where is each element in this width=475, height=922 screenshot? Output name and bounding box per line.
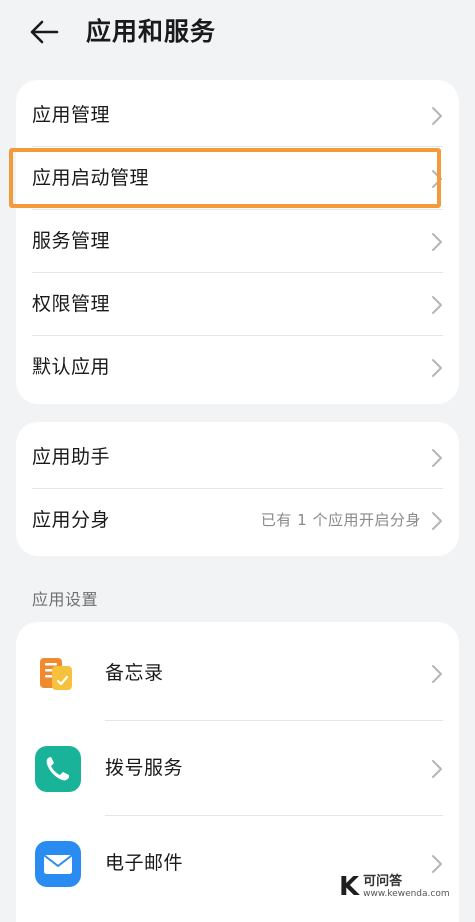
chevron-right-icon <box>432 170 442 188</box>
app-item-notes[interactable]: 备忘录 <box>16 626 459 721</box>
header-bar: 应用和服务 <box>0 0 475 68</box>
email-icon <box>35 841 81 887</box>
menu-item-app-assistant[interactable]: 应用助手 <box>16 426 459 489</box>
watermark-cn: 可问答 <box>363 874 403 889</box>
menu-item-default-apps[interactable]: 默认应用 <box>16 336 459 399</box>
chevron-right-icon <box>432 760 442 778</box>
chevron-right-icon <box>432 665 442 683</box>
watermark-en: www.kewenda.com <box>363 889 450 899</box>
back-button[interactable] <box>22 12 66 52</box>
watermark: K 可问答 www.kewenda.com <box>339 871 469 903</box>
chevron-right-icon <box>432 233 442 251</box>
chevron-right-icon <box>432 296 442 314</box>
menu-item-label: 应用助手 <box>32 446 111 468</box>
menu-item-service-management[interactable]: 服务管理 <box>16 210 459 273</box>
app-item-label: 拨号服务 <box>105 757 184 779</box>
menu-item-label: 服务管理 <box>32 230 111 252</box>
app-item-dialer[interactable]: 拨号服务 <box>16 721 459 816</box>
arrow-left-icon <box>30 20 59 44</box>
chevron-right-icon <box>432 449 442 467</box>
menu-item-label: 应用管理 <box>32 104 111 126</box>
chevron-right-icon <box>432 107 442 125</box>
section-header-app-settings: 应用设置 <box>32 590 99 609</box>
card-app-management: 应用管理 应用启动管理 服务管理 权限管理 默认应用 <box>16 80 459 404</box>
page-title: 应用和服务 <box>86 17 217 46</box>
app-twin-status: 已有 1 个应用开启分身 <box>260 511 421 529</box>
watermark-logo: K <box>339 872 360 902</box>
menu-item-label: 应用启动管理 <box>32 167 150 189</box>
menu-item-app-management[interactable]: 应用管理 <box>16 84 459 147</box>
menu-item-label: 默认应用 <box>32 356 111 378</box>
app-item-label: 电子邮件 <box>105 852 184 874</box>
chevron-right-icon <box>432 512 442 530</box>
menu-item-label: 应用分身 <box>32 509 111 531</box>
chevron-right-icon <box>432 359 442 377</box>
menu-item-app-twin[interactable]: 应用分身 已有 1 个应用开启分身 <box>16 489 459 552</box>
notes-icon <box>40 658 72 690</box>
phone-icon <box>35 746 81 792</box>
menu-item-app-launch-management[interactable]: 应用启动管理 <box>16 147 459 210</box>
app-item-label: 备忘录 <box>105 662 164 684</box>
menu-item-permission-management[interactable]: 权限管理 <box>16 273 459 336</box>
menu-item-label: 权限管理 <box>32 293 111 315</box>
card-app-tools: 应用助手 应用分身 已有 1 个应用开启分身 <box>16 422 459 556</box>
